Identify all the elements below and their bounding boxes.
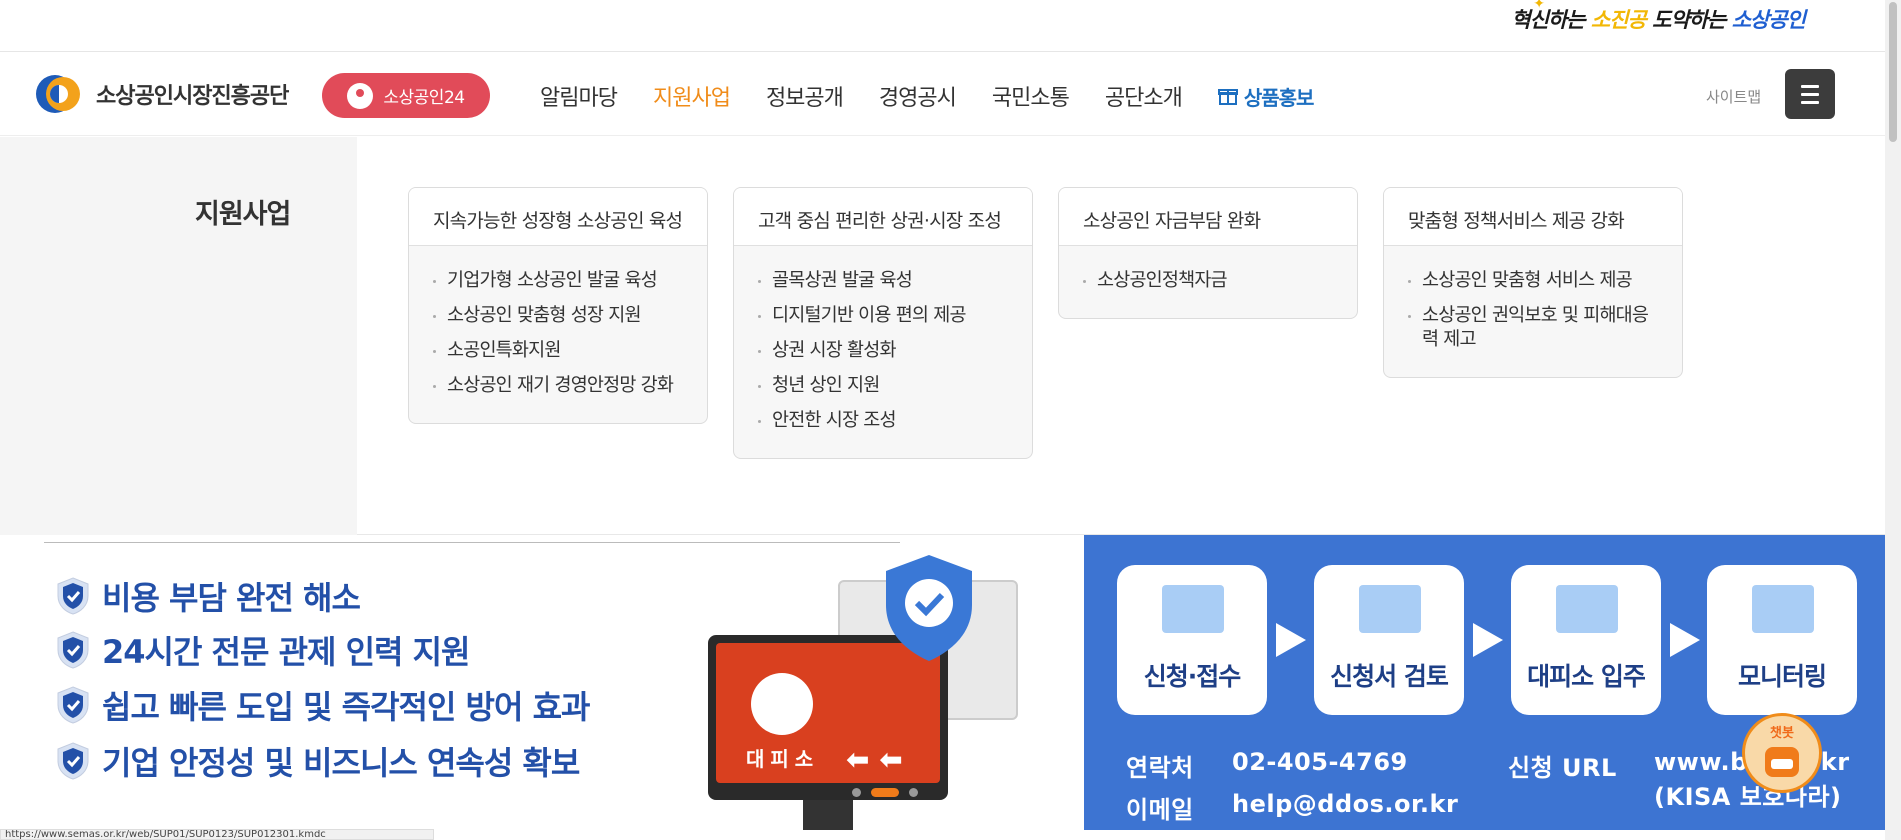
banner-left: 비용 부담 완전 해소 24시간 전문 관제 인력 지원 쉽고 빠른 도입 및 …: [0, 535, 1084, 830]
feature-item: 기업 안정성 및 비즈니스 연속성 확보: [56, 738, 580, 784]
menu-item[interactable]: 기업가형 소상공인 발굴 육성: [433, 269, 689, 293]
feature-item: 쉽고 빠른 도입 및 즉각적인 방어 효과: [56, 682, 590, 728]
nav-notice[interactable]: 알림마당: [540, 80, 618, 112]
slogan-logo: 혁신하는 소진공 도약하는 소상공인: [1511, 7, 1806, 32]
sosanggongin24-button[interactable]: 소상공인24: [322, 73, 490, 118]
menu-item[interactable]: 안전한 시장 조성: [758, 409, 1014, 433]
menu-column-heading[interactable]: 지속가능한 성장형 소상공인 육성: [409, 188, 707, 246]
chatbot-mascot-icon: [1765, 747, 1799, 777]
nav-products-label: 상품홍보: [1243, 85, 1315, 110]
nav-support[interactable]: 지원사업: [653, 80, 731, 112]
email-label: 이메일: [1126, 796, 1194, 824]
mega-menu: 지원사업 지속가능한 성장형 소상공인 육성 기업가형 소상공인 발굴 육성 소…: [0, 137, 1885, 535]
feature-item: 24시간 전문 관제 인력 지원: [56, 627, 470, 673]
menu-item[interactable]: 청년 상인 지원: [758, 374, 1014, 398]
document-icon: [1359, 585, 1421, 633]
step-label: 신청·접수: [1143, 662, 1242, 691]
menu-item[interactable]: 소상공인 맞춤형 성장 지원: [433, 304, 689, 328]
process-step: 신청서 검토: [1314, 565, 1464, 715]
process-step: 모니터링: [1707, 565, 1857, 715]
carousel-indicators: [852, 788, 918, 797]
nav-products[interactable]: 상품홍보: [1217, 80, 1315, 112]
vertical-scrollbar[interactable]: [1885, 0, 1901, 840]
chatbot-button[interactable]: 챗봇: [1742, 713, 1822, 793]
process-step: 대피소 입주: [1511, 565, 1661, 715]
menu-column-2: 고객 중심 편리한 상권·시장 조성 골목상권 발굴 육성 디지털기반 이용 편…: [733, 187, 1033, 459]
feature-item: 비용 부담 완전 해소: [56, 573, 361, 619]
menu-item[interactable]: 소상공인 맞춤형 서비스 제공: [1408, 269, 1664, 293]
carousel-dot-active[interactable]: [871, 788, 899, 797]
shield-check-icon: [886, 555, 972, 661]
step-label: 대피소 입주: [1527, 662, 1646, 691]
nav-info[interactable]: 정보공개: [766, 80, 844, 112]
hamburger-icon: [1801, 84, 1819, 88]
feature-text: 기업 안정성 및 비즈니스 연속성 확보: [102, 744, 580, 782]
menu-column-3: 소상공인 자금부담 완화 소상공인정책자금: [1058, 187, 1358, 319]
url-sub: (KISA 보호나라): [1654, 783, 1842, 811]
status-bar-url: https://www.semas.or.kr/web/SUP01/SUP012…: [0, 829, 434, 840]
scrollbar-thumb[interactable]: [1889, 2, 1897, 142]
org-logo-icon: [36, 75, 80, 113]
shield-check-icon: [57, 631, 89, 669]
divider: [44, 542, 900, 543]
shield-check-icon: [57, 577, 89, 615]
arrow-left-icon: ⬅ ⬅: [846, 743, 903, 776]
top-utility-bar: ✦ 혁신하는 소진공 도약하는 소상공인: [0, 0, 1885, 52]
menu-column-heading[interactable]: 소상공인 자금부담 완화: [1059, 188, 1357, 246]
monitor-chart-icon: [1752, 585, 1814, 633]
shield-check-icon: [57, 686, 89, 724]
carousel-dot[interactable]: [909, 788, 918, 797]
contact-value: 02-405-4769: [1232, 748, 1408, 776]
promo-banner[interactable]: 비용 부담 완전 해소 24시간 전문 관제 인력 지원 쉽고 빠른 도입 및 …: [0, 535, 1885, 830]
menu-item[interactable]: 소상공인 권익보호 및 피해대응력 제고: [1408, 304, 1664, 352]
sitemap-link[interactable]: 사이트맵: [1706, 86, 1761, 107]
monitor-label: 대피소: [746, 747, 820, 771]
feature-text: 비용 부담 완전 해소: [102, 579, 361, 617]
main-header: 소상공인시장진흥공단 소상공인24 알림마당 지원사업 정보공개 경영공시 국민…: [0, 52, 1885, 136]
gift-icon: [1217, 89, 1238, 105]
arrow-right-icon: [1473, 623, 1503, 657]
menu-column-1: 지속가능한 성장형 소상공인 육성 기업가형 소상공인 발굴 육성 소상공인 맞…: [408, 187, 708, 424]
menu-item[interactable]: 소공인특화지원: [433, 339, 689, 363]
menu-item[interactable]: 상권 시장 활성화: [758, 339, 1014, 363]
key-icon: [347, 82, 374, 109]
step-label: 모니터링: [1737, 662, 1827, 691]
arrow-right-icon: [1670, 623, 1700, 657]
menu-item[interactable]: 소상공인 재기 경영안정망 강화: [433, 374, 689, 398]
nav-management[interactable]: 경영공시: [879, 80, 957, 112]
process-step: 신청·접수: [1117, 565, 1267, 715]
shelter-icon: [751, 673, 813, 735]
menu-item[interactable]: 소상공인정책자금: [1083, 269, 1339, 293]
computer-icon: [1162, 585, 1224, 633]
carousel-dot[interactable]: [852, 788, 861, 797]
menu-column-heading[interactable]: 고객 중심 편리한 상권·시장 조성: [734, 188, 1032, 246]
nav-communication[interactable]: 국민소통: [992, 80, 1070, 112]
email-value: help@ddos.or.kr: [1232, 790, 1459, 818]
menu-column-heading[interactable]: 맞춤형 정책서비스 제공 강화: [1384, 188, 1682, 246]
sosanggongin24-label: 소상공인24: [383, 88, 465, 108]
contact-label: 연락처: [1126, 754, 1194, 782]
feature-text: 24시간 전문 관제 인력 지원: [102, 633, 470, 671]
monitor-screen: 대피소 ⬅ ⬅: [716, 643, 940, 783]
arrow-right-icon: [1276, 623, 1306, 657]
hamburger-menu-button[interactable]: [1785, 69, 1835, 119]
main-nav: 알림마당 지원사업 정보공개 경영공시 국민소통 공단소개 상품홍보: [540, 80, 1315, 112]
org-name: 소상공인시장진흥공단: [96, 84, 289, 109]
mega-menu-sidebar: 지원사업: [0, 137, 357, 535]
menu-item[interactable]: 디지털기반 이용 편의 제공: [758, 304, 1014, 328]
menu-item[interactable]: 골목상권 발굴 육성: [758, 269, 1014, 293]
url-label: 신청 URL: [1508, 754, 1617, 782]
shield-check-icon: [57, 742, 89, 780]
feature-text: 쉽고 빠른 도입 및 즉각적인 방어 효과: [102, 688, 590, 726]
handshake-icon: [1556, 585, 1618, 633]
step-label: 신청서 검토: [1330, 662, 1449, 691]
monitor-stand: [803, 800, 853, 830]
mega-menu-title: 지원사업: [195, 199, 291, 230]
chatbot-label: 챗봇: [1770, 726, 1794, 741]
menu-column-4: 맞춤형 정책서비스 제공 강화 소상공인 맞춤형 서비스 제공 소상공인 권익보…: [1383, 187, 1683, 378]
nav-about[interactable]: 공단소개: [1105, 80, 1183, 112]
org-logo[interactable]: 소상공인시장진흥공단: [34, 72, 289, 116]
